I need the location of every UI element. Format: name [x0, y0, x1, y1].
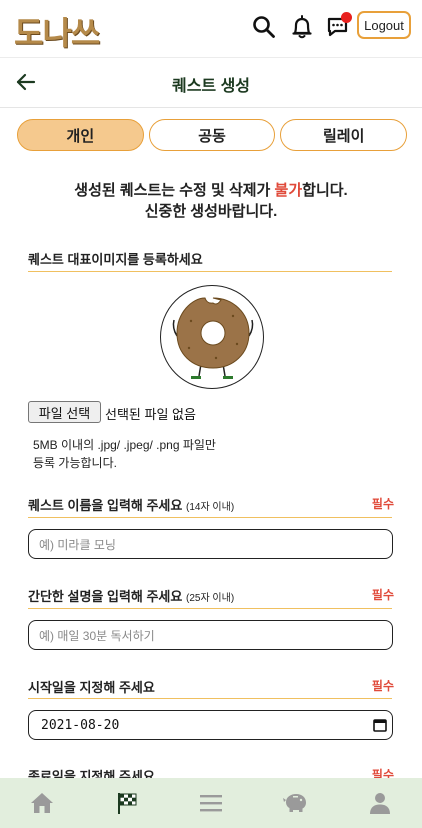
quest-name-input[interactable]: 예) 미라클 모닝: [28, 529, 393, 559]
start-date-value: 2021-08-20: [41, 718, 120, 733]
page-title: 퀘스트 생성: [171, 78, 251, 95]
piggy-bank-icon: [283, 794, 307, 812]
home-icon: [31, 793, 54, 813]
start-date-label: 시작일을 지정해 주세요: [28, 680, 155, 695]
tab-relay[interactable]: 릴레이: [280, 119, 408, 151]
nav-menu[interactable]: [169, 778, 253, 828]
desc-label-text: 간단한 설명을 입력해 주세요: [28, 589, 183, 604]
image-section-label: 퀘스트 대표이미지를 등록하세요: [28, 252, 203, 267]
user-icon: [369, 793, 390, 814]
notice-text: 생성된 퀘스트는 수정 및 삭제가: [74, 182, 275, 199]
name-section-label: 퀘스트 이름을 입력해 주세요 (14자 이내): [28, 495, 234, 514]
bottom-navigation: [0, 778, 422, 828]
bell-icon[interactable]: [289, 14, 315, 40]
nav-savings[interactable]: [253, 778, 337, 828]
notice-line-1: 생성된 퀘스트는 수정 및 삭제가 불가합니다.: [0, 180, 422, 201]
tab-personal[interactable]: 개인: [17, 119, 144, 151]
file-status-text: 선택된 파일 없음: [105, 407, 196, 422]
notification-dot: [341, 12, 352, 23]
desc-char-limit: (25자 이내): [185, 593, 235, 604]
tab-shared[interactable]: 공동: [148, 119, 276, 151]
quest-type-tabs: 개인 공동 릴레이: [17, 119, 408, 151]
desc-section-label: 간단한 설명을 입력해 주세요 (25자 이내): [28, 586, 234, 605]
sub-header: 퀘스트 생성: [0, 58, 422, 108]
file-note-line-1: 5MB 이내의 .jpg/ .jpeg/ .png 파일만: [33, 438, 216, 452]
file-note-line-2: 등록 가능합니다.: [33, 456, 117, 470]
menu-icon: [200, 795, 223, 812]
top-bar: 도나쓰 Logout: [0, 0, 422, 58]
quest-description-input[interactable]: 예) 매일 30분 독서하기: [28, 620, 393, 650]
nav-home[interactable]: [0, 778, 84, 828]
file-format-note: 5MB 이내의 .jpg/ .jpeg/ .png 파일만 등록 가능합니다.: [33, 436, 273, 472]
divider: [28, 271, 392, 272]
divider: [28, 608, 392, 609]
name-label-text: 퀘스트 이름을 입력해 주세요: [28, 498, 183, 513]
divider: [28, 517, 392, 518]
nav-quest[interactable]: [84, 778, 168, 828]
logout-button[interactable]: Logout: [357, 11, 411, 39]
checkered-flag-icon: [117, 793, 137, 814]
file-select-button[interactable]: 파일 선택: [28, 401, 101, 423]
creation-notice: 생성된 퀘스트는 수정 및 삭제가 불가합니다. 신중한 생성바랍니다.: [0, 180, 422, 222]
donut-mascot-icon: [172, 297, 254, 379]
required-badge: 필수: [371, 497, 394, 511]
calendar-icon[interactable]: [373, 718, 387, 732]
search-icon[interactable]: [251, 14, 277, 40]
nav-profile[interactable]: [338, 778, 422, 828]
required-badge: 필수: [371, 679, 394, 693]
quest-image-preview: [160, 285, 264, 389]
notice-highlight: 불가: [274, 182, 303, 199]
required-badge: 필수: [371, 588, 394, 602]
name-char-limit: (14자 이내): [185, 502, 235, 513]
notice-line-2: 신중한 생성바랍니다.: [144, 203, 278, 220]
divider: [28, 698, 392, 699]
notice-text-end: 합니다.: [302, 182, 348, 199]
start-date-input[interactable]: 2021-08-20: [28, 710, 393, 740]
app-logo[interactable]: 도나쓰: [14, 8, 100, 54]
